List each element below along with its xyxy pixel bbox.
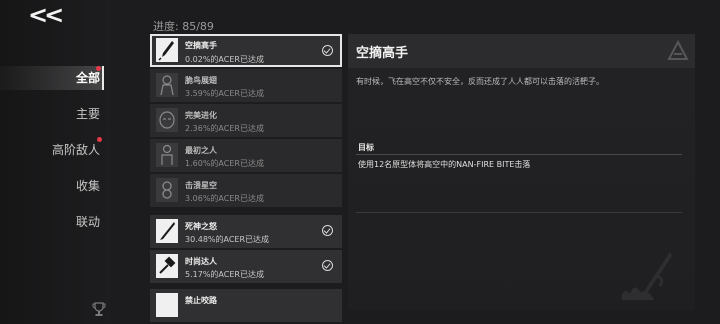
notification-dot xyxy=(97,137,102,142)
achievement-title: 最初之人 xyxy=(185,146,217,155)
checkmark-icon xyxy=(322,260,333,271)
trophy-icon xyxy=(92,302,106,316)
checkmark-icon xyxy=(322,45,333,56)
figure-icon xyxy=(156,73,178,97)
hammer-icon xyxy=(156,254,178,278)
pen-icon xyxy=(156,38,178,62)
achievement-row[interactable]: 死神之怒 30.48%的ACER已达成 xyxy=(150,215,342,248)
achievement-row[interactable]: 脆鸟展翅 3.59%的ACER已达成 xyxy=(150,69,342,102)
detail-panel: 有时候，飞在高空不仅不安全，反而还成了人人都可以击落的活靶子。 目标 使用12名… xyxy=(348,68,695,310)
divider xyxy=(356,154,682,155)
nav-item-label: 全部 xyxy=(75,71,100,85)
detail-description: 有时候，飞在高空不仅不安全，反而还成了人人都可以击落的活靶子。 xyxy=(356,77,604,86)
nav-item-collection[interactable]: 收集 xyxy=(0,174,104,198)
achievement-percent: 3.06%的ACER已达成 xyxy=(185,194,264,203)
emblem-icon xyxy=(667,39,689,60)
nav-item-label: 主要 xyxy=(75,107,100,121)
achievement-row[interactable]: 空摘高手 0.02%的ACER已达成 xyxy=(150,34,342,67)
achievement-title: 脆鸟展翅 xyxy=(185,76,217,85)
achievement-title: 空摘高手 xyxy=(185,41,217,50)
achievement-percent: 3.59%的ACER已达成 xyxy=(185,89,264,98)
nav-item-label: 收集 xyxy=(75,179,100,193)
detail-title: 空摘高手 xyxy=(356,46,409,61)
progress-counter: 进度: 85/89 xyxy=(153,20,214,33)
figure-icon xyxy=(156,143,178,167)
achievement-title: 死神之怒 xyxy=(185,222,217,231)
nav-item-main[interactable]: 主要 xyxy=(0,102,104,126)
achievement-row[interactable]: 击溃星空 3.06%的ACER已达成 xyxy=(150,174,342,207)
chain-icon xyxy=(156,178,178,202)
achievement-title: 时尚达人 xyxy=(185,257,217,266)
goal-text: 使用12名原型体将高空中的NAN-FIRE BITE击落 xyxy=(358,160,531,169)
checkmark-icon xyxy=(322,225,333,236)
achievement-row[interactable]: 禁止咬路 xyxy=(150,289,342,322)
achievement-percent: 30.48%的ACER已达成 xyxy=(185,235,270,244)
blade-icon xyxy=(156,219,178,243)
nav-item-label: 高阶敌人 xyxy=(51,143,100,157)
achievement-list[interactable]: 空摘高手 0.02%的ACER已达成 脆鸟展翅 3.59%的ACER已达成 完美… xyxy=(150,34,343,324)
detail-header: 空摘高手 xyxy=(348,34,695,68)
nav-item-collab[interactable]: 联动 xyxy=(0,210,104,234)
achievement-percent: 0.02%的ACER已达成 xyxy=(185,55,264,64)
blank-icon xyxy=(156,293,178,317)
nav-item-elite-enemies[interactable]: 高阶敌人 xyxy=(0,137,104,162)
notification-dot xyxy=(96,66,101,71)
back-button[interactable]: << xyxy=(28,3,64,27)
achievement-title: 禁止咬路 xyxy=(185,296,217,305)
divider xyxy=(356,212,682,213)
achievement-percent: 5.17%的ACER已达成 xyxy=(185,270,264,279)
achievement-row[interactable]: 完美进化 2.36%的ACER已达成 xyxy=(150,104,342,137)
achievement-row[interactable]: 最初之人 1.60%的ACER已达成 xyxy=(150,139,342,172)
mask-icon xyxy=(156,108,178,132)
achievement-title: 完美进化 xyxy=(185,111,217,120)
nav-item-label: 联动 xyxy=(75,215,100,229)
achievement-percent: 2.36%的ACER已达成 xyxy=(185,124,264,133)
nav-item-all[interactable]: 全部 xyxy=(0,66,104,90)
goal-label: 目标 xyxy=(358,143,374,152)
achievement-large-icon xyxy=(621,252,672,300)
achievement-row[interactable]: 时尚达人 5.17%的ACER已达成 xyxy=(150,250,342,283)
left-navigation: << 全部 主要 高阶敌人 收集 联动 xyxy=(0,0,110,324)
achievement-percent: 1.60%的ACER已达成 xyxy=(185,159,264,168)
achievement-title: 击溃星空 xyxy=(185,181,217,190)
